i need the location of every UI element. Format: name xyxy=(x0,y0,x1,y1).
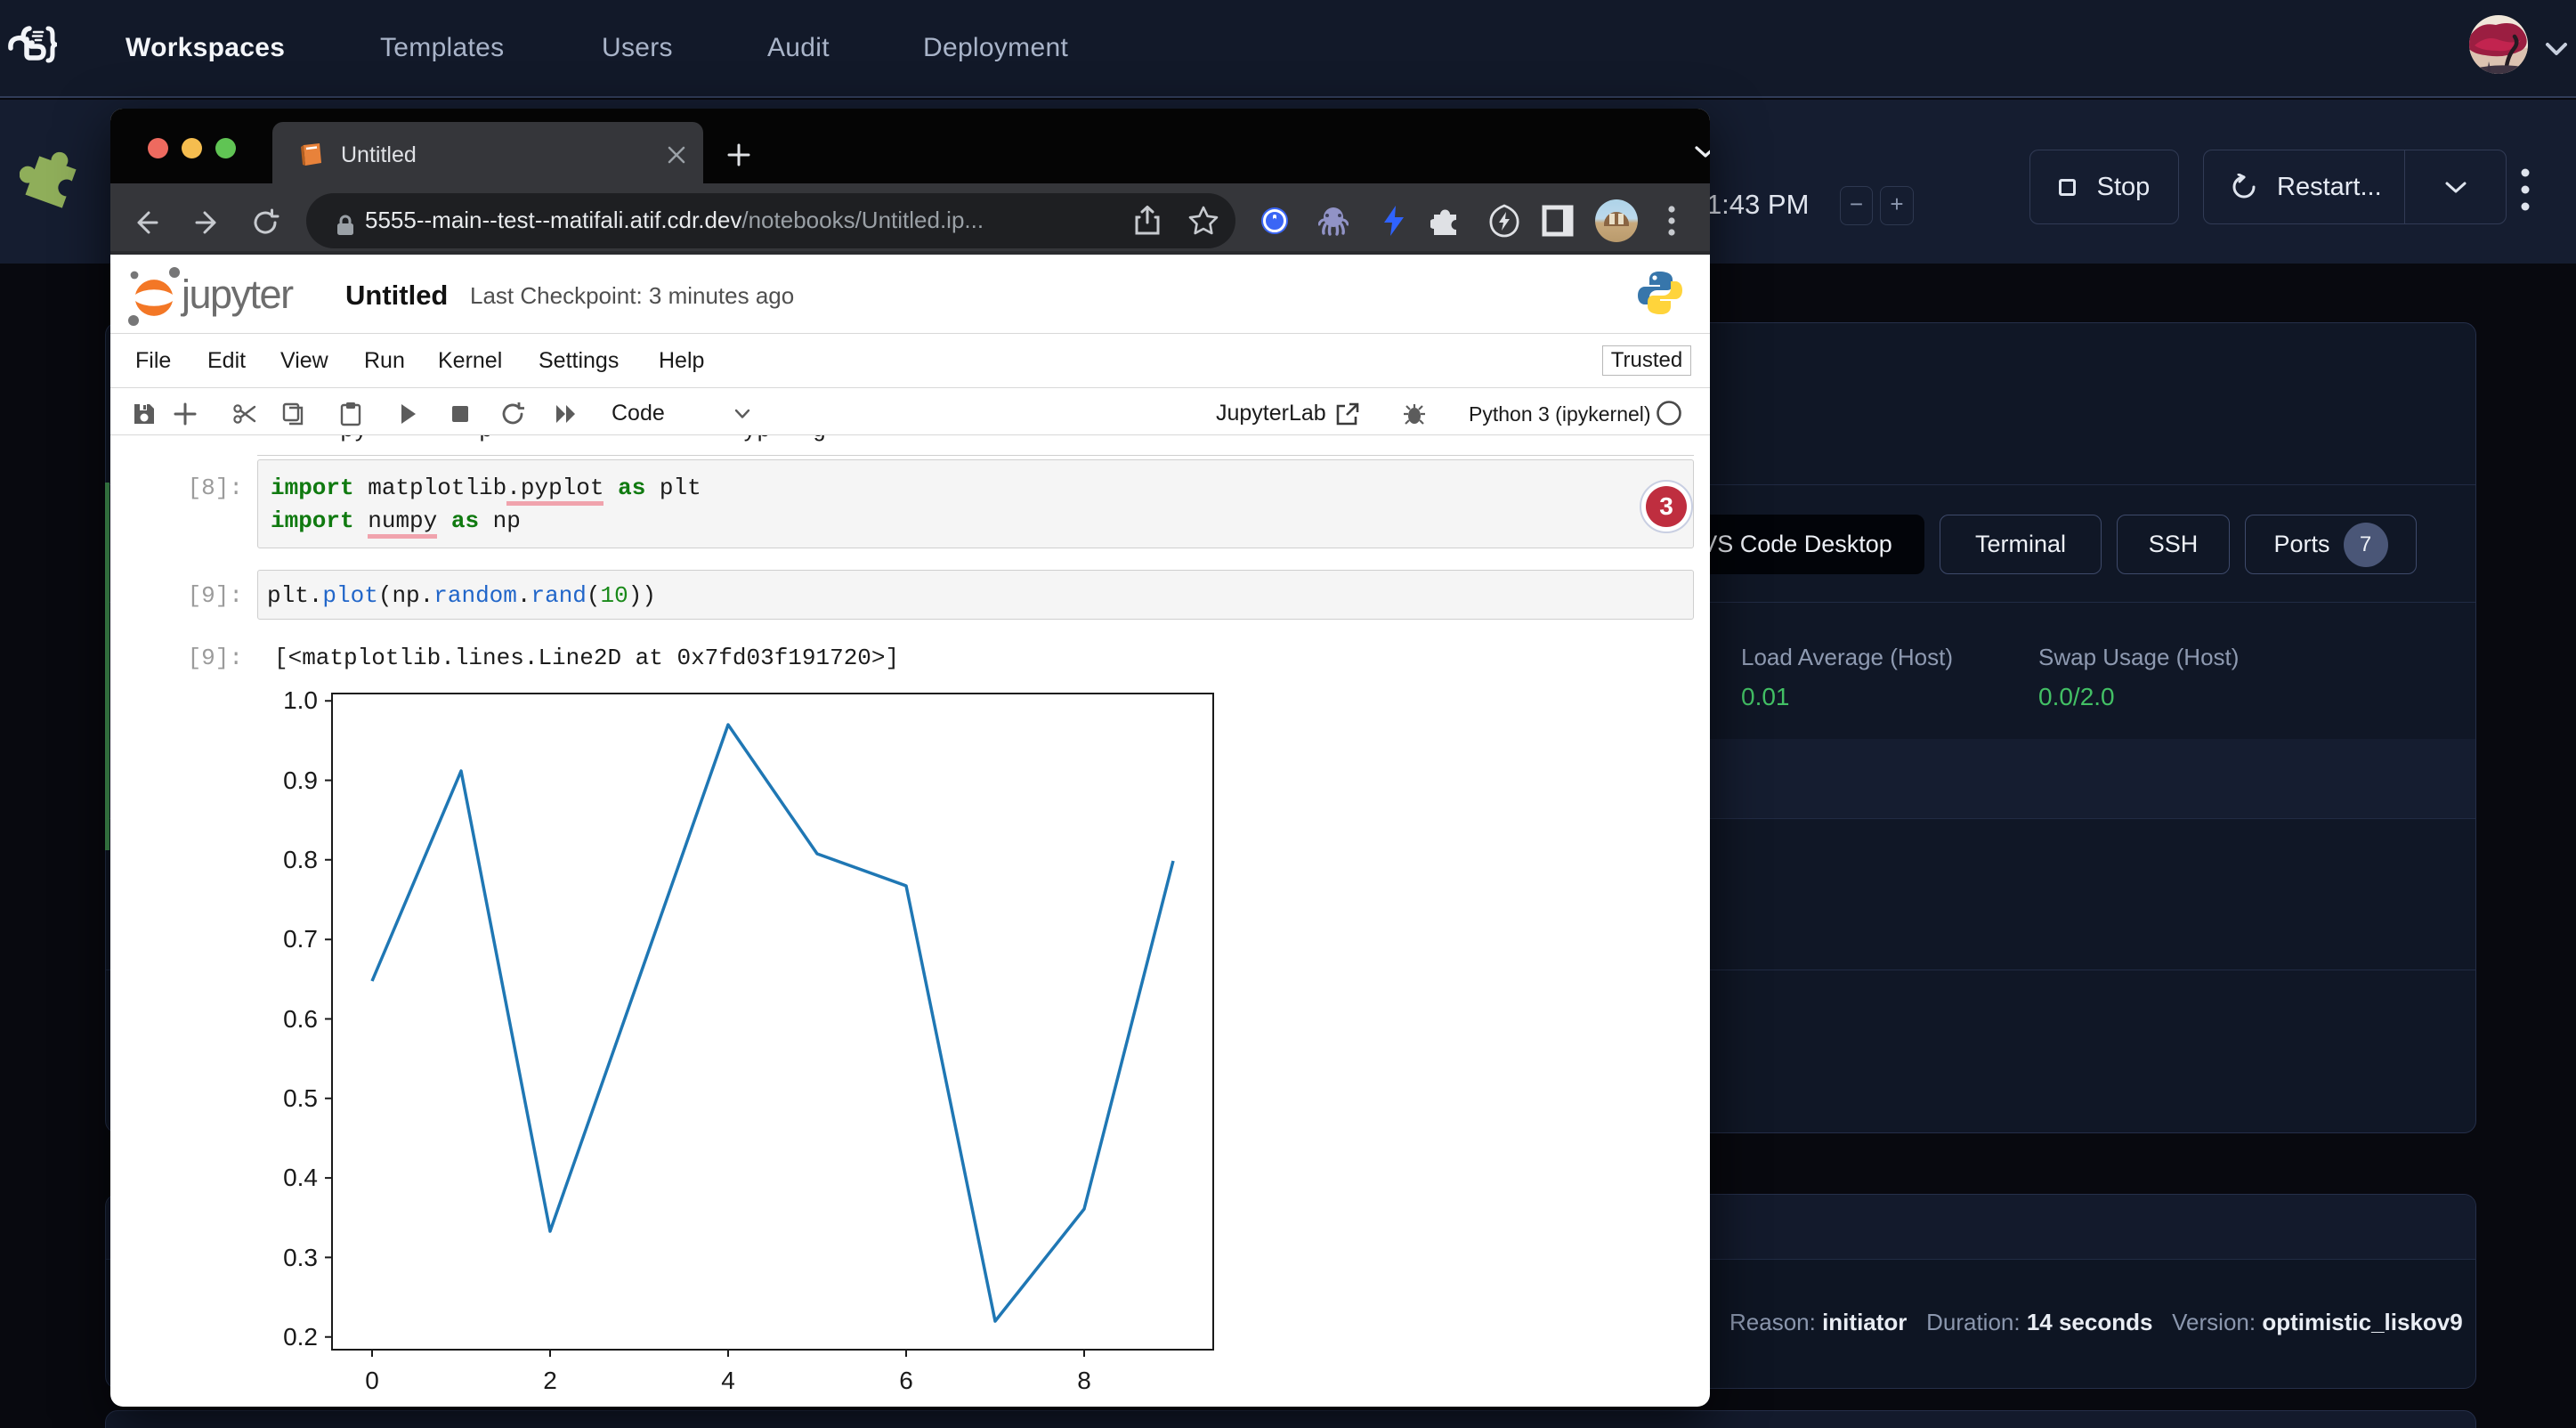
svg-text:0.7: 0.7 xyxy=(283,925,318,953)
svg-text:6: 6 xyxy=(899,1367,913,1394)
svg-text:1.0: 1.0 xyxy=(283,686,318,714)
svg-text:0.2: 0.2 xyxy=(283,1323,318,1351)
svg-text:0.5: 0.5 xyxy=(283,1084,318,1112)
svg-text:0.9: 0.9 xyxy=(283,767,318,794)
svg-text:0.3: 0.3 xyxy=(283,1244,318,1271)
svg-text:4: 4 xyxy=(721,1367,735,1394)
svg-text:2: 2 xyxy=(543,1367,557,1394)
svg-text:0.8: 0.8 xyxy=(283,846,318,873)
svg-text:0: 0 xyxy=(365,1367,379,1394)
svg-text:8: 8 xyxy=(1077,1367,1091,1394)
svg-text:0.6: 0.6 xyxy=(283,1005,318,1033)
svg-text:0.4: 0.4 xyxy=(283,1164,318,1191)
